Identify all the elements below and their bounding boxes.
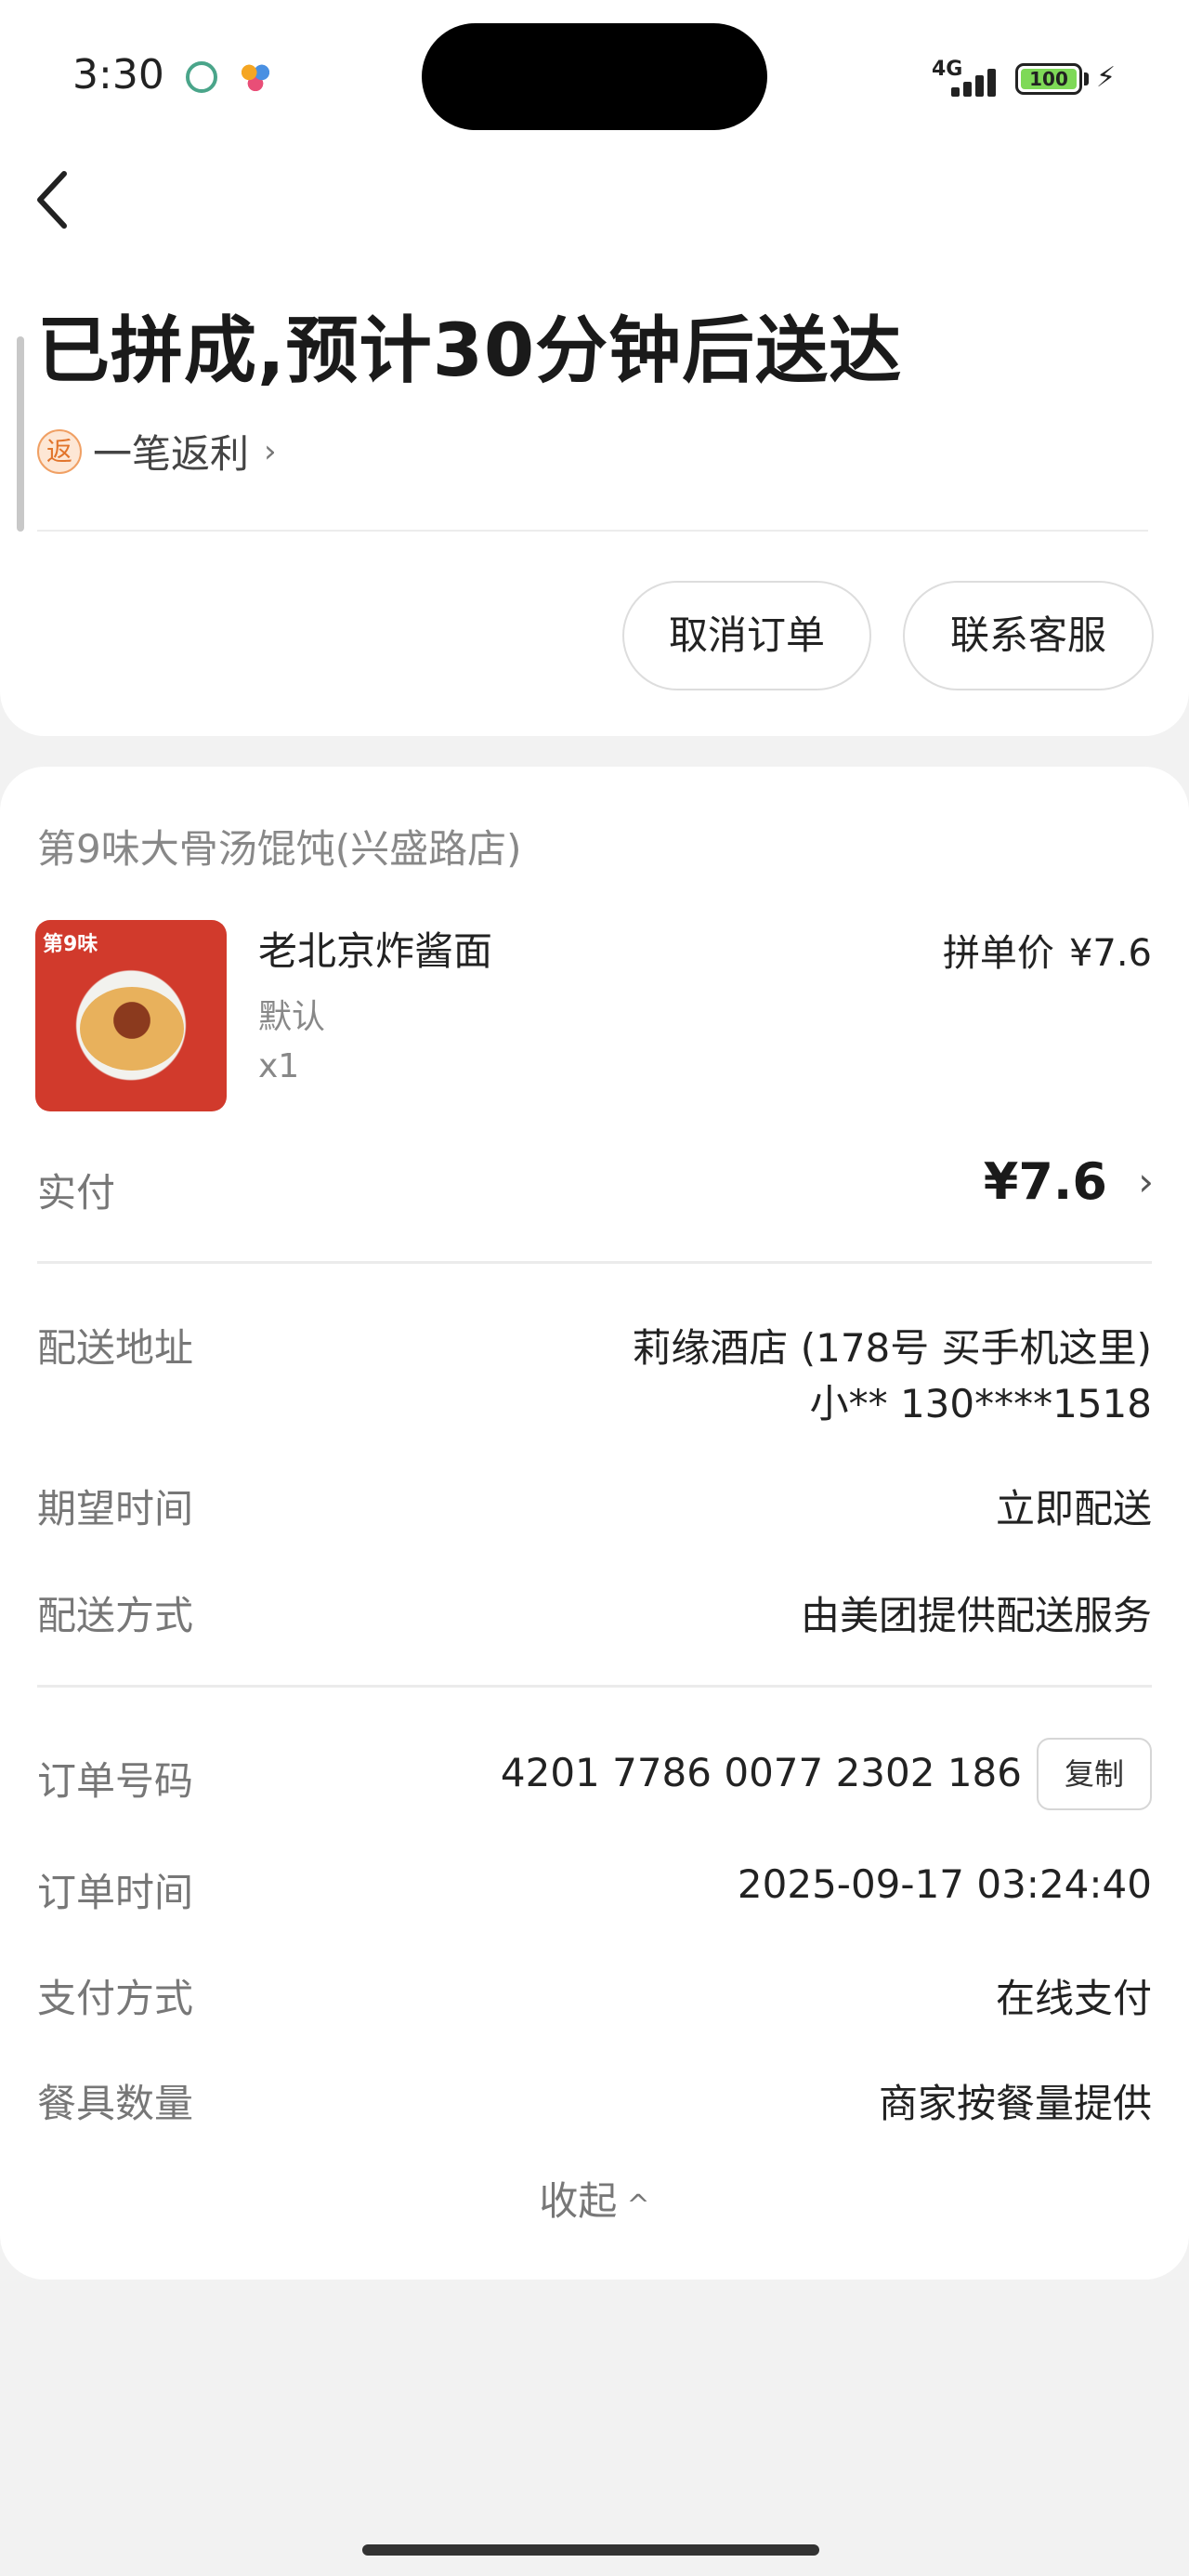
- app-notification-icon: [186, 61, 217, 93]
- chevron-right-icon: ›: [264, 432, 277, 470]
- dish-image[interactable]: 第9味: [35, 920, 227, 1111]
- charging-icon: ⚡: [1096, 61, 1117, 94]
- rebate-link[interactable]: 返 一笔返利 ›: [37, 423, 277, 480]
- divider: [37, 1685, 1152, 1688]
- copy-order-number-button[interactable]: 复制: [1037, 1738, 1152, 1810]
- dish-spec: 默认: [258, 998, 326, 1036]
- dish-quantity: x1: [258, 1047, 300, 1085]
- status-time: 3:30: [72, 51, 164, 99]
- expected-time-label: 期望时间: [37, 1486, 194, 1531]
- paid-label: 实付: [37, 1170, 116, 1216]
- game-center-icon: [240, 61, 271, 93]
- paid-amount[interactable]: ¥7.6: [984, 1152, 1107, 1211]
- delivery-address-line1: 莉缘酒店 (178号 买手机这里): [632, 1325, 1152, 1371]
- collapse-toggle[interactable]: 收起 ^: [0, 2170, 1189, 2227]
- rebate-badge-icon: 返: [37, 428, 82, 474]
- tableware-label: 餐具数量: [37, 2081, 194, 2126]
- payment-method-label: 支付方式: [37, 1976, 194, 2021]
- dish-price: 拼单价 ¥7.6: [943, 923, 1152, 977]
- back-arrow-icon[interactable]: [30, 167, 76, 232]
- order-time-value: 2025-09-17 03:24:40: [737, 1861, 1152, 1907]
- delivery-address-label: 配送地址: [37, 1325, 194, 1371]
- order-number-label: 订单号码: [37, 1758, 194, 1804]
- dish-image-brand: 第9味: [43, 933, 98, 956]
- dish-name: 老北京炸酱面: [258, 928, 493, 974]
- expected-time-value: 立即配送: [995, 1486, 1152, 1531]
- dish-price-value: ¥7.6: [1068, 932, 1152, 975]
- collapse-label: 收起: [539, 2178, 618, 2224]
- divider: [37, 530, 1148, 532]
- divider: [37, 1261, 1152, 1264]
- dish-price-label: 拼单价: [942, 932, 1054, 975]
- delivery-method-label: 配送方式: [37, 1593, 194, 1638]
- battery-tip: [1084, 72, 1089, 85]
- order-status-card: 已拼成,预计30分钟后送达 返 一笔返利 › 取消订单 联系客服: [0, 139, 1189, 736]
- order-status-title: 已拼成,预计30分钟后送达: [37, 309, 903, 393]
- cancel-order-button[interactable]: 取消订单: [622, 581, 871, 690]
- chevron-right-icon[interactable]: ›: [1138, 1159, 1154, 1204]
- order-time-label: 订单时间: [37, 1870, 194, 1915]
- home-indicator[interactable]: [362, 2544, 819, 2556]
- battery-icon: 100: [1015, 63, 1082, 95]
- signal-icon: [942, 65, 1000, 97]
- chevron-up-icon: ^: [626, 2189, 650, 2222]
- order-number-value: 4201 7786 0077 2302 186: [500, 1750, 1022, 1795]
- tableware-value: 商家按餐量提供: [878, 2081, 1152, 2126]
- payment-method-value: 在线支付: [995, 1976, 1152, 2021]
- shop-name[interactable]: 第9味大骨汤馄饨(兴盛路店): [37, 818, 522, 874]
- order-details-card: 第9味大骨汤馄饨(兴盛路店) 第9味 老北京炸酱面 默认 x1 拼单价 ¥7.6 …: [0, 767, 1189, 2280]
- scroll-indicator: [17, 336, 24, 532]
- camera-notch: [422, 23, 767, 130]
- delivery-address-line2: 小** 130****1518: [809, 1381, 1152, 1426]
- delivery-method-value: 由美团提供配送服务: [800, 1593, 1152, 1638]
- battery-level: 100: [1021, 69, 1077, 89]
- status-bar: 3:30 4G 100 ⚡: [0, 0, 1189, 139]
- rebate-text: 一笔返利: [93, 431, 250, 477]
- contact-service-button[interactable]: 联系客服: [903, 581, 1154, 690]
